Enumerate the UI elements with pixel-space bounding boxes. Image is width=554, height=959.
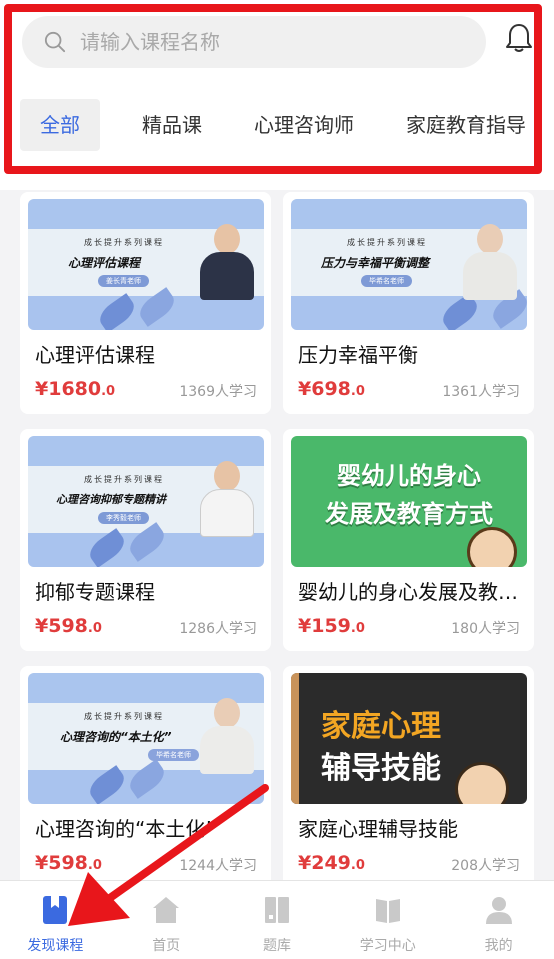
tab-counselor[interactable]: 心理咨询师: [242, 99, 366, 151]
course-card[interactable]: 成长提升系列课程 心理咨询的“本土化” 毕希名老师 心理咨询的“本土化” ¥59…: [20, 666, 271, 888]
tab-premium[interactable]: 精品课: [130, 99, 214, 151]
nav-label: 发现课程: [27, 938, 84, 954]
learner-count: 180人学习: [451, 621, 520, 637]
course-price: ¥249.0: [298, 852, 365, 874]
course-card[interactable]: 成长提升系列课程 压力与幸福平衡调整 毕希名老师 压力幸福平衡 ¥698.0 1…: [283, 192, 534, 414]
course-title: 心理咨询的“本土化”: [35, 817, 216, 841]
course-thumbnail: 成长提升系列课程 心理评估课程 姜长青老师: [28, 199, 264, 330]
course-card[interactable]: 成长提升系列课程 心理评估课程 姜长青老师 心理评估课程 ¥1680.0 136…: [20, 192, 271, 414]
learner-count: 208人学习: [451, 858, 520, 874]
header: 全部 精品课 心理咨询师 家庭教育指导: [0, 0, 554, 190]
course-title: 心理评估课程: [35, 343, 155, 367]
thumb-title-line2: 辅导技能: [321, 751, 441, 786]
thumb-teacher: 姜长青老师: [98, 275, 149, 287]
teacher-photo: [459, 220, 519, 300]
thumb-teacher: 李秀毅老师: [98, 512, 149, 524]
nav-item-discover[interactable]: 发现课程: [0, 881, 111, 959]
thumb-title-line1: 婴幼儿的身心: [337, 462, 481, 490]
learner-count: 1369人学习: [179, 384, 257, 400]
thumb-series-label: 成长提升系列课程: [84, 475, 164, 484]
question-bank-icon: [264, 897, 289, 923]
thumb-teacher: 毕希名老师: [361, 275, 412, 287]
tab-all[interactable]: 全部: [20, 99, 100, 151]
learner-count: 1361人学习: [442, 384, 520, 400]
thumb-title-line1: 家庭心理: [321, 709, 441, 744]
thumb-series-label: 成长提升系列课程: [347, 238, 427, 247]
thumb-title: 心理评估课程: [68, 256, 141, 270]
course-thumbnail: 婴幼儿的身心 发展及教育方式: [291, 436, 527, 567]
home-icon: [153, 897, 180, 923]
course-price: ¥598.0: [35, 852, 102, 874]
teacher-photo: [196, 694, 256, 774]
thumb-title-line2: 发展及教育方式: [325, 500, 493, 528]
nav-label: 学习中心: [359, 938, 416, 954]
course-thumbnail: 成长提升系列课程 心理咨询的“本土化” 毕希名老师: [28, 673, 264, 804]
teacher-photo: [196, 220, 256, 300]
nav-item-home[interactable]: 首页: [111, 881, 222, 959]
learner-count: 1244人学习: [179, 858, 257, 874]
course-thumbnail: 成长提升系列课程 压力与幸福平衡调整 毕希名老师: [291, 199, 527, 330]
course-card[interactable]: 家庭心理 辅导技能 家庭心理辅导技能 ¥249.0 208人学习: [283, 666, 534, 888]
nav-label: 首页: [152, 938, 181, 954]
user-icon: [485, 897, 512, 924]
thumb-title: 心理咨询的“本土化”: [60, 730, 172, 744]
course-title: 家庭心理辅导技能: [298, 817, 458, 841]
bookmark-book-icon: [43, 896, 68, 924]
course-price: ¥598.0: [35, 615, 102, 637]
bottom-nav: 发现课程 首页 题库 学习中心 我的: [0, 880, 554, 959]
course-thumbnail: 家庭心理 辅导技能: [291, 673, 527, 804]
course-card[interactable]: 成长提升系列课程 心理咨询抑郁专题精讲 李秀毅老师 抑郁专题课程 ¥598.0 …: [20, 429, 271, 651]
learner-count: 1286人学习: [179, 621, 257, 637]
open-book-icon: [375, 899, 400, 923]
thumb-title: 压力与幸福平衡调整: [321, 256, 430, 270]
chalkboard-frame: [291, 673, 299, 804]
course-price: ¥698.0: [298, 378, 365, 400]
teacher-photo: [196, 457, 256, 537]
thumb-series-label: 成长提升系列课程: [84, 712, 164, 721]
nav-item-question-bank[interactable]: 题库: [222, 881, 333, 959]
course-title: 婴幼儿的身心发展及教育方式: [298, 580, 522, 604]
nav-item-learning-center[interactable]: 学习中心: [332, 881, 443, 959]
course-title: 抑郁专题课程: [35, 580, 155, 604]
cartoon-teacher-illustration: [455, 762, 509, 804]
search-icon: [44, 31, 66, 53]
nav-label: 题库: [262, 938, 291, 954]
search-bar[interactable]: [22, 16, 486, 68]
nav-label: 我的: [484, 938, 513, 954]
course-price: ¥1680.0: [35, 378, 116, 400]
tab-family-education[interactable]: 家庭教育指导: [394, 99, 538, 151]
course-thumbnail: 成长提升系列课程 心理咨询抑郁专题精讲 李秀毅老师: [28, 436, 264, 567]
thumb-series-label: 成长提升系列课程: [84, 238, 164, 247]
course-card[interactable]: 婴幼儿的身心 发展及教育方式 婴幼儿的身心发展及教育方式 ¥159.0 180人…: [283, 429, 534, 651]
thumb-title: 心理咨询抑郁专题精讲: [56, 493, 166, 506]
nav-item-mine[interactable]: 我的: [443, 881, 554, 959]
category-tabs: 全部 精品课 心理咨询师 家庭教育指导: [20, 99, 554, 151]
bell-icon[interactable]: [504, 22, 534, 54]
search-input[interactable]: [80, 30, 440, 54]
course-title: 压力幸福平衡: [298, 343, 418, 367]
course-price: ¥159.0: [298, 615, 365, 637]
cartoon-child-illustration: [467, 527, 517, 567]
thumb-teacher: 毕希名老师: [148, 749, 199, 761]
